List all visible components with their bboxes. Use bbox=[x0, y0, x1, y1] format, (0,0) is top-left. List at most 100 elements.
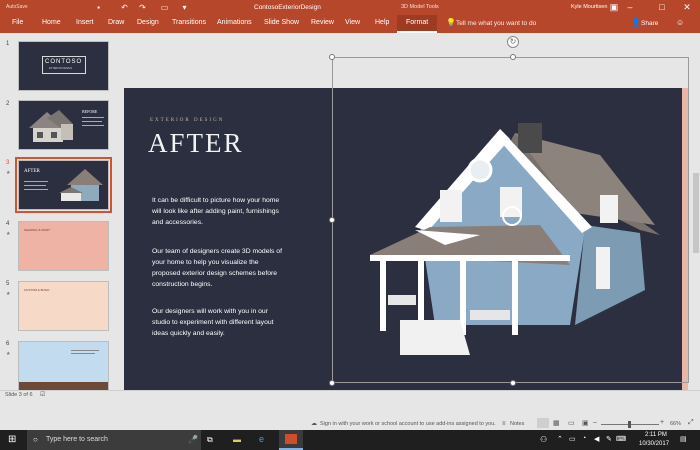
slide-thumbnail-4[interactable]: SHADING & PAINT bbox=[18, 221, 109, 271]
clock-time[interactable]: 2:11 PM bbox=[645, 432, 667, 438]
zoom-out-icon[interactable]: – bbox=[593, 419, 597, 426]
search-icon: ○ bbox=[33, 435, 38, 444]
thumb-3-title: AFTER bbox=[24, 169, 40, 174]
resize-handle[interactable] bbox=[329, 54, 335, 60]
keyboard-icon[interactable]: ⌨ bbox=[616, 435, 626, 443]
tab-design[interactable]: Design bbox=[137, 19, 159, 26]
tab-transitions[interactable]: Transitions bbox=[172, 19, 206, 26]
comments-icon[interactable]: ☺ bbox=[676, 18, 684, 27]
tab-format[interactable]: Format bbox=[397, 15, 438, 33]
zoom-slider-thumb[interactable] bbox=[628, 421, 631, 428]
people-icon[interactable]: ⚇ bbox=[540, 435, 547, 444]
thumb-1-subtitle: EXTERIOR DESIGN bbox=[49, 67, 73, 70]
slide-thumbnail-1[interactable]: CONTOSO EXTERIOR DESIGN bbox=[18, 41, 109, 91]
tab-help[interactable]: Help bbox=[375, 19, 389, 26]
action-center-icon[interactable]: ▤ bbox=[680, 435, 687, 443]
autosave-label[interactable]: AutoSave bbox=[6, 4, 28, 10]
slide-thumbnail-2[interactable]: BEFORE bbox=[18, 100, 109, 150]
tab-slide-show[interactable]: Slide Show bbox=[264, 19, 299, 26]
undo-icon[interactable]: ↶ bbox=[120, 3, 129, 12]
text-line bbox=[71, 353, 95, 354]
thumb-number: 4 bbox=[6, 221, 10, 227]
animation-star-icon: ★ bbox=[6, 170, 11, 176]
user-name[interactable]: Kyle Mourtisen bbox=[571, 4, 607, 10]
minimize-icon[interactable]: – bbox=[624, 2, 636, 13]
present-icon[interactable]: ▭ bbox=[160, 3, 169, 12]
text-line bbox=[71, 350, 99, 351]
signin-icon: ☁ bbox=[311, 421, 317, 427]
house-blue-image bbox=[59, 169, 103, 201]
resize-handle[interactable] bbox=[510, 380, 516, 386]
redo-icon[interactable]: ↷ bbox=[138, 3, 147, 12]
ribbon-tabs: File Home Insert Draw Design Transitions… bbox=[0, 15, 700, 33]
taskbar-search-box[interactable]: ○ Type here to search 🎤 bbox=[27, 430, 201, 450]
customize-qat-icon[interactable]: ▾ bbox=[180, 3, 189, 12]
slideshow-view-icon[interactable]: ▣ bbox=[582, 419, 589, 427]
fit-slide-icon[interactable]: ⤢ bbox=[688, 419, 694, 427]
animation-star-icon: ★ bbox=[6, 231, 11, 237]
slide-paragraph[interactable]: Our team of designers create 3D models o… bbox=[152, 246, 287, 290]
slide-sorter-icon[interactable]: ▦ bbox=[553, 419, 560, 427]
thumb-number: 2 bbox=[6, 101, 10, 107]
rotate-handle-icon[interactable]: ↻ bbox=[507, 36, 519, 48]
normal-view-icon[interactable] bbox=[537, 418, 549, 428]
slide-paragraph[interactable]: It can be difficult to picture how your … bbox=[152, 195, 287, 228]
show-hidden-icons-icon[interactable]: ⌃ bbox=[557, 435, 563, 443]
slide-paragraph[interactable]: Our designers will work with you in our … bbox=[152, 306, 287, 339]
text-line bbox=[24, 189, 48, 190]
powerpoint-taskbar-button[interactable] bbox=[279, 430, 303, 450]
network-icon[interactable]: ◔ bbox=[582, 435, 586, 442]
slide-title[interactable]: AFTER bbox=[148, 128, 244, 159]
tab-view[interactable]: View bbox=[345, 19, 360, 26]
maximize-icon[interactable]: □ bbox=[656, 2, 668, 13]
text-line bbox=[24, 185, 46, 186]
zoom-level[interactable]: 66% bbox=[670, 421, 681, 427]
notes-button[interactable]: Notes bbox=[510, 421, 524, 427]
thumb-1-title: CONTOSO bbox=[45, 59, 83, 65]
resize-handle[interactable] bbox=[329, 217, 335, 223]
tab-insert[interactable]: Insert bbox=[76, 19, 94, 26]
share-button[interactable]: Share bbox=[641, 20, 658, 27]
thumb-2-title: BEFORE bbox=[82, 109, 98, 114]
resize-handle[interactable] bbox=[329, 380, 335, 386]
pen-workspace-icon[interactable]: ✎ bbox=[606, 435, 612, 443]
tab-animations[interactable]: Animations bbox=[217, 19, 252, 26]
tab-draw[interactable]: Draw bbox=[108, 19, 124, 26]
animation-star-icon: ★ bbox=[6, 351, 11, 357]
tell-me-box[interactable]: Tell me what you want to do bbox=[456, 20, 536, 27]
ribbon-display-icon[interactable]: ▣ bbox=[608, 2, 620, 13]
text-line bbox=[82, 117, 104, 118]
zoom-in-icon[interactable]: + bbox=[660, 419, 664, 426]
spelling-check-icon[interactable]: ☑ bbox=[40, 391, 45, 398]
3d-model-selection-frame bbox=[332, 57, 689, 383]
close-icon[interactable]: ✕ bbox=[681, 2, 693, 13]
slide-thumbnail-5[interactable]: CUSTOM & BUILD bbox=[18, 281, 109, 331]
slide-thumbnail-3[interactable]: AFTER bbox=[15, 157, 112, 213]
reading-view-icon[interactable]: ▭ bbox=[568, 419, 575, 427]
task-view-icon[interactable]: ⧉ bbox=[207, 435, 213, 445]
share-icon[interactable]: 👤 bbox=[631, 18, 641, 27]
scrollbar-thumb[interactable] bbox=[693, 173, 699, 253]
thumb-number: 3 bbox=[6, 160, 10, 166]
vertical-scrollbar[interactable] bbox=[692, 33, 700, 390]
signin-message[interactable]: Sign in with your work or school account… bbox=[320, 421, 496, 427]
search-placeholder: Type here to search bbox=[46, 436, 108, 443]
thumb-4-title: SHADING & PAINT bbox=[24, 228, 50, 232]
tab-file[interactable]: File bbox=[12, 19, 23, 26]
title-bar: AutoSave ▪ ↶ ↷ ▭ ▾ ContosoExteriorDesign… bbox=[0, 0, 700, 15]
clock-date[interactable]: 10/30/2017 bbox=[639, 441, 669, 447]
volume-icon[interactable]: ◀ bbox=[594, 435, 599, 443]
tab-home[interactable]: Home bbox=[42, 19, 61, 26]
slide-thumbnail-6[interactable] bbox=[18, 341, 109, 391]
tab-review[interactable]: Review bbox=[311, 19, 334, 26]
document-title: ContosoExteriorDesign bbox=[254, 4, 321, 11]
microphone-icon[interactable]: 🎤 bbox=[188, 435, 198, 444]
save-icon[interactable]: ▪ bbox=[94, 3, 103, 12]
resize-handle[interactable] bbox=[510, 54, 516, 60]
battery-icon[interactable]: ▭ bbox=[569, 435, 576, 443]
powerpoint-icon bbox=[285, 434, 297, 444]
slide-eyebrow: EXTERIOR DESIGN bbox=[150, 118, 225, 123]
windows-start-icon[interactable]: ⊞ bbox=[8, 434, 16, 445]
file-explorer-icon[interactable]: ▬ bbox=[233, 435, 241, 444]
edge-browser-icon[interactable]: e bbox=[259, 434, 264, 444]
